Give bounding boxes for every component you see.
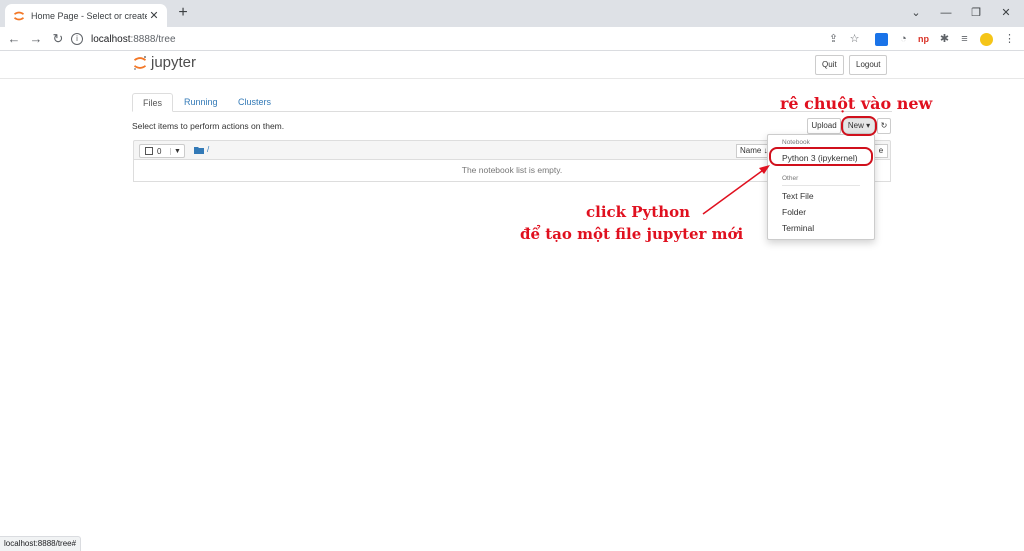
arrow-line	[702, 167, 767, 215]
annotation-arrow	[702, 165, 770, 215]
status-bar-url: localhost:8888/tree#	[0, 536, 82, 551]
